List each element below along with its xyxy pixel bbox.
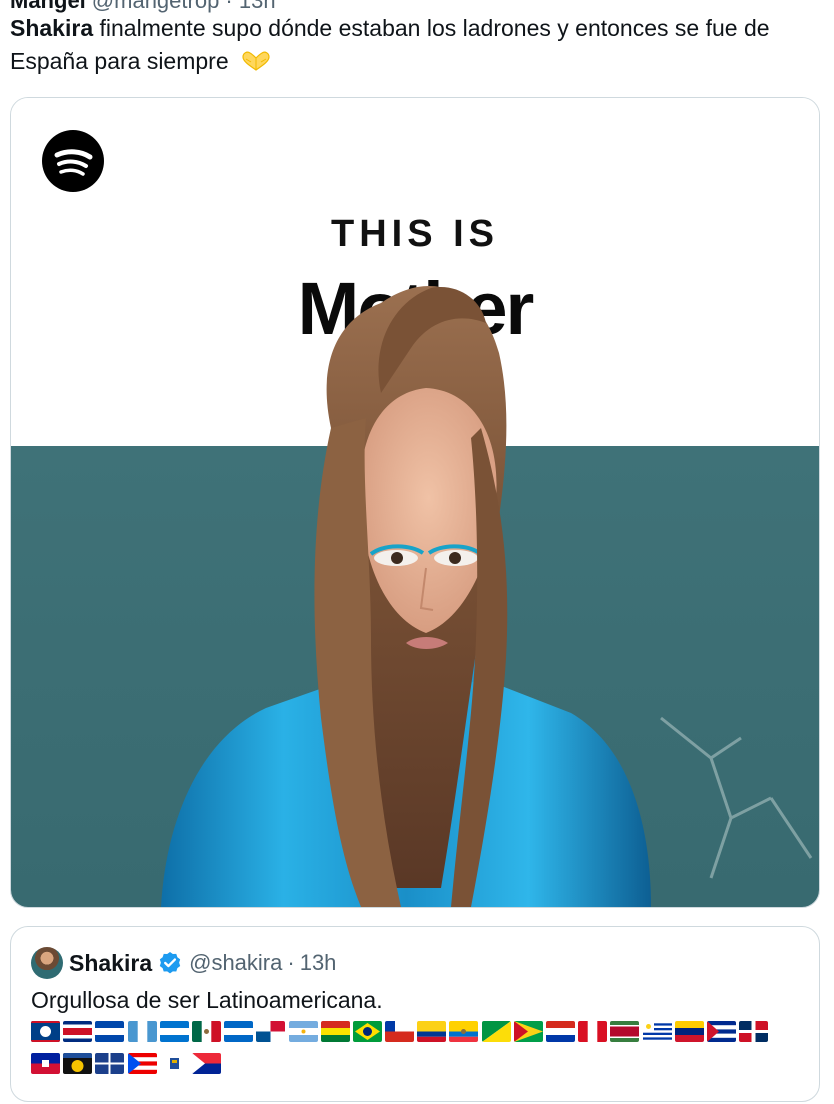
uruguay-flag-icon (642, 1021, 672, 1042)
ecuador-flag-icon (449, 1021, 479, 1042)
tweet-body-text: finalmente supo dónde estaban los ladron… (10, 15, 770, 74)
flag-emoji-list (31, 1021, 791, 1085)
cuba-flag-icon (706, 1021, 736, 1042)
quoted-tweet-header: Shakira @shakira · 13h (69, 947, 336, 979)
brazil-flag-icon (352, 1021, 382, 1042)
header-separator: · (287, 950, 295, 975)
nicaragua-flag-icon (224, 1021, 254, 1042)
saint-barthelemy-flag-icon (159, 1053, 189, 1074)
peru-flag-icon (578, 1021, 608, 1042)
quoted-author-name[interactable]: Shakira (69, 950, 152, 977)
argentina-flag-icon (288, 1021, 318, 1042)
honduras-flag-icon (159, 1021, 189, 1042)
quoted-tweet-text: Orgullosa de ser Latinoamericana. (31, 987, 383, 1013)
bolivia-flag-icon (320, 1021, 350, 1042)
tweet-page: Mangel @mangetrop · 13h Shakira finalment… (0, 0, 834, 1104)
quoted-tweet-card[interactable]: Shakira @shakira · 13h Orgullosa de ser … (10, 926, 820, 1102)
playlist-cover[interactable]: THIS IS Mother (11, 98, 819, 907)
guyana-flag-icon (513, 1021, 543, 1042)
french-guiana-flag-icon (481, 1021, 511, 1042)
saint-martin-flag-icon (191, 1053, 221, 1074)
avatar[interactable] (31, 947, 63, 979)
panama-flag-icon (256, 1021, 286, 1042)
quoted-timestamp[interactable]: 13h (300, 950, 337, 976)
verified-badge-icon (159, 951, 181, 974)
guadeloupe-flag-icon (63, 1053, 93, 1074)
suriname-flag-icon (610, 1021, 640, 1042)
el-salvador-flag-icon (95, 1021, 125, 1042)
quoted-author-handle[interactable]: @shakira (189, 950, 282, 976)
costa-rica-flag-icon (63, 1021, 93, 1042)
artist-photo (161, 285, 813, 907)
venezuela-flag-icon (674, 1021, 704, 1042)
media-card[interactable]: THIS IS Mother (10, 97, 820, 908)
tweet-text: Shakira finalmente supo dónde estaban lo… (10, 12, 810, 78)
belize-flag-icon (31, 1021, 60, 1042)
dominican-republic-flag-icon (739, 1021, 769, 1042)
mexico-flag-icon (191, 1021, 221, 1042)
chile-flag-icon (385, 1021, 415, 1042)
martinique-flag-icon (95, 1053, 125, 1074)
puerto-rico-flag-icon (127, 1053, 157, 1074)
flag-row (31, 1053, 791, 1077)
tweet-mention[interactable]: Shakira (10, 15, 93, 41)
paraguay-flag-icon (546, 1021, 575, 1042)
guatemala-flag-icon (127, 1021, 157, 1042)
flag-row (31, 1021, 791, 1045)
haiti-flag-icon (31, 1053, 60, 1074)
heart-hands-icon (242, 51, 270, 71)
colombia-flag-icon (417, 1021, 447, 1042)
